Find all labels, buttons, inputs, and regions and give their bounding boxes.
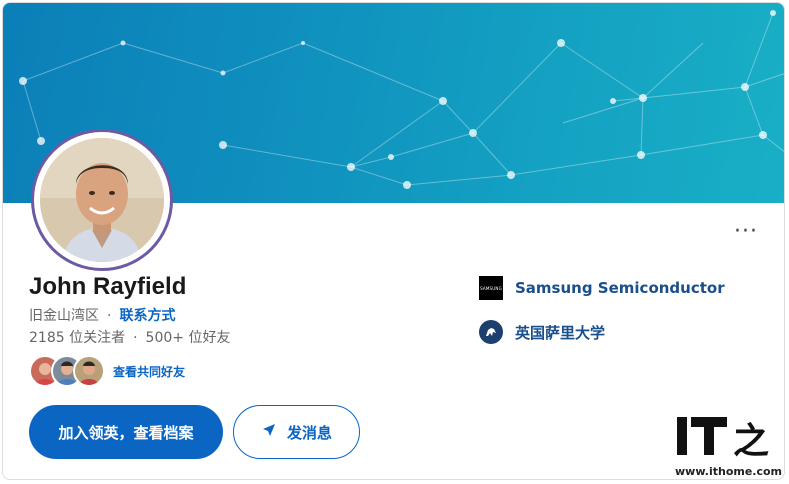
contact-info-link[interactable]: 联系方式 (119, 308, 175, 324)
separator-dot: · (107, 308, 112, 324)
mutual-avatar (73, 355, 105, 387)
avatar[interactable] (31, 129, 173, 271)
org-samsung-semiconductor[interactable]: SAMSUNG Samsung Semiconductor (479, 276, 725, 300)
samsung-logo-icon: SAMSUNG (479, 276, 503, 300)
view-mutual-connections-link[interactable]: 查看共同好友 (113, 363, 185, 380)
profile-card: ··· John Rayfield 旧金山湾区 · 联系方式 2185 位关注者 · 5… (2, 2, 785, 480)
org-university-of-surrey[interactable]: 英国萨里大学 (479, 320, 605, 344)
location-line: 旧金山湾区 · 联系方式 (29, 305, 175, 325)
more-options-button[interactable]: ··· (734, 219, 758, 244)
followers-count: 2185 位关注者 (29, 330, 126, 346)
university-of-surrey-logo-icon (479, 320, 503, 344)
stats-line: 2185 位关注者 · 500+ 位好友 (29, 327, 230, 347)
separator-dot: · (133, 330, 138, 346)
mutual-avatars (29, 355, 107, 387)
svg-text:之: 之 (733, 420, 769, 462)
send-message-label: 发消息 (286, 424, 332, 442)
send-message-button[interactable]: 发消息 (233, 405, 360, 459)
location-text: 旧金山湾区 (29, 308, 99, 324)
watermark-url: www.ithome.com (675, 465, 783, 478)
avatar-photo (40, 138, 164, 262)
join-view-profile-button[interactable]: 加入领英，查看档案 (29, 405, 223, 459)
connections-count: 500+ 位好友 (145, 330, 231, 346)
mutual-connections[interactable]: 查看共同好友 (29, 355, 185, 387)
ithome-watermark: 之 www.ithome.com (675, 413, 784, 479)
org-name: Samsung Semiconductor (515, 279, 725, 297)
org-name: 英国萨里大学 (515, 323, 606, 342)
send-icon (261, 422, 277, 442)
profile-name: John Rayfield (29, 273, 187, 300)
ithome-logo-icon: 之 (677, 417, 769, 462)
